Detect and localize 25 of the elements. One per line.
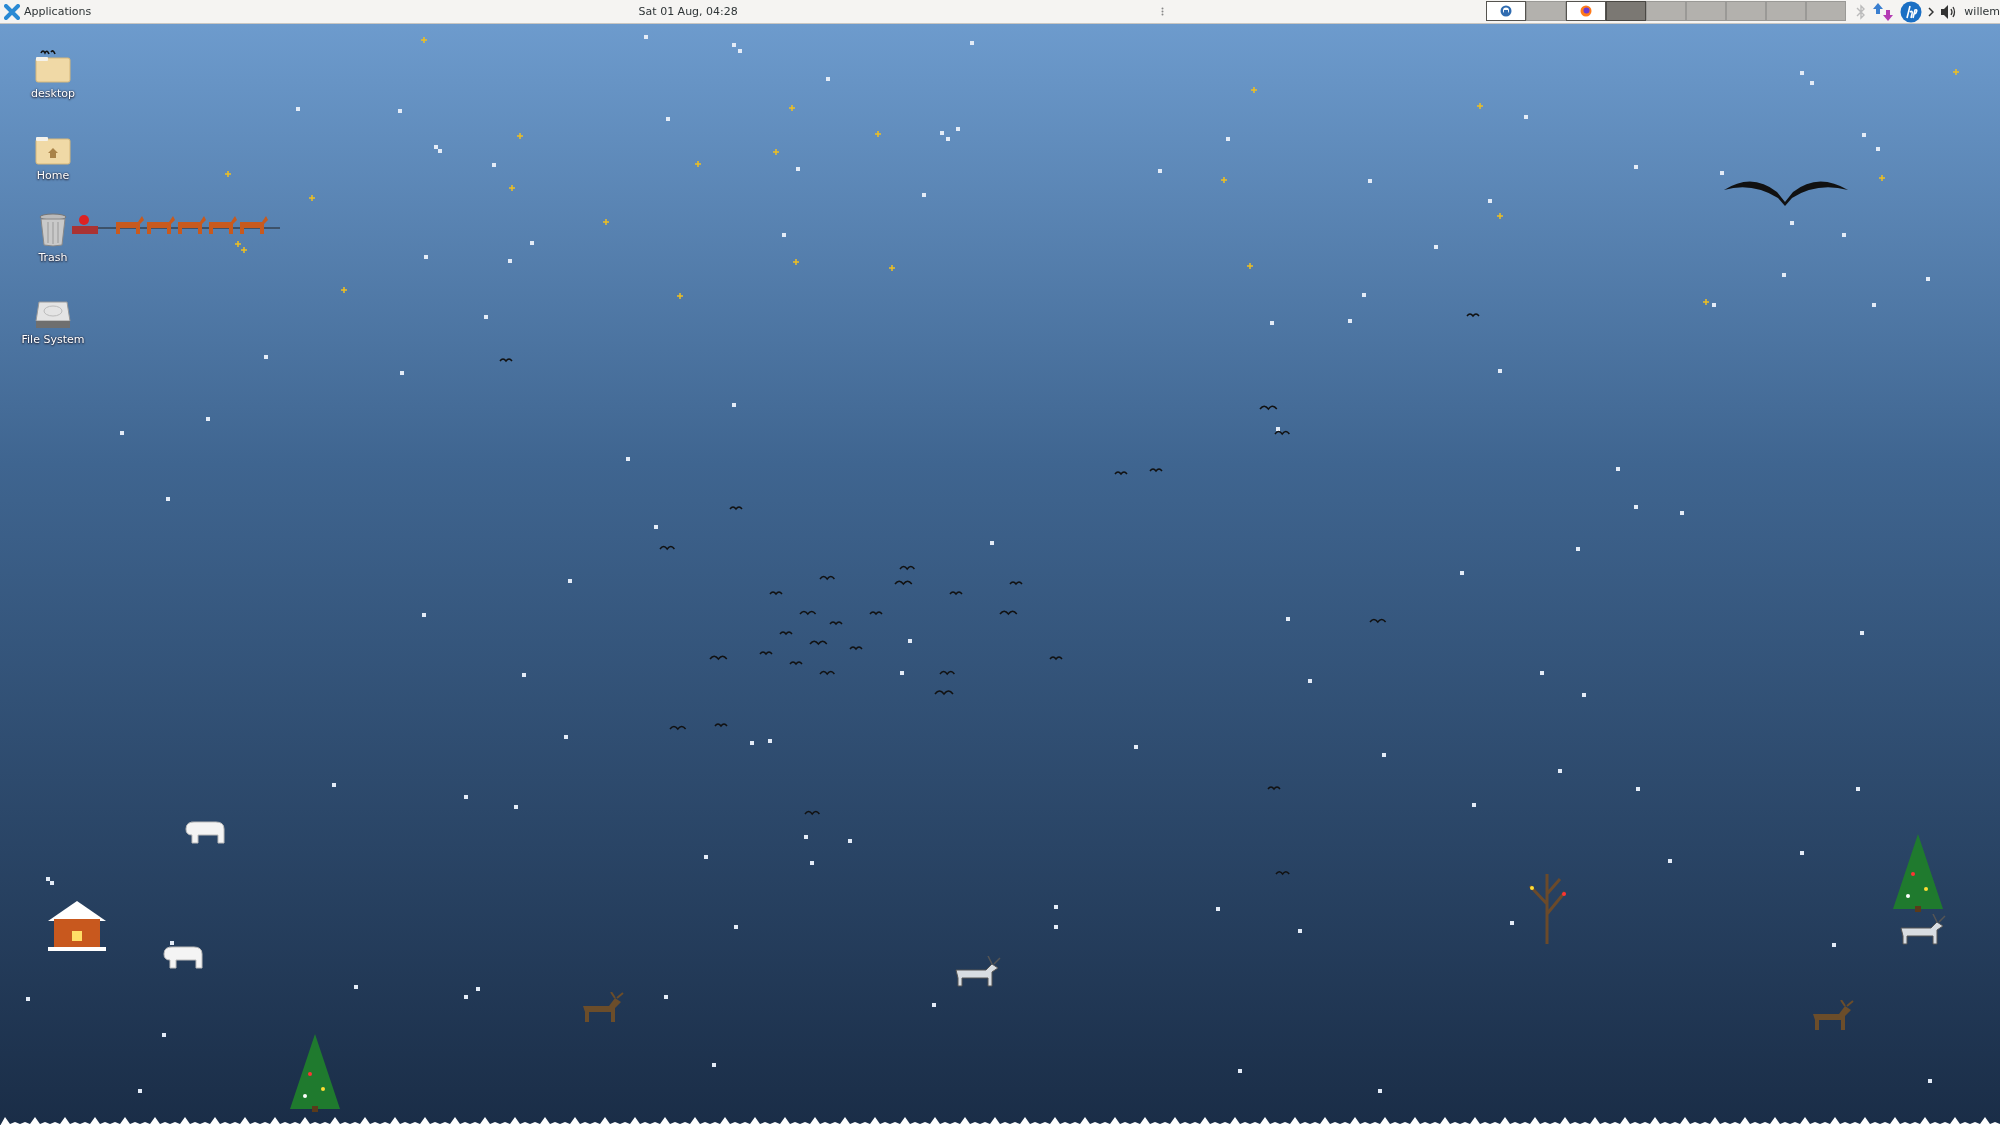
desktop-icon-label[interactable]: desktop: [31, 87, 75, 100]
polar-bear-drawing: [182, 819, 228, 845]
desktop-icon-label[interactable]: File System: [21, 333, 85, 346]
chevron-right-icon[interactable]: [1928, 6, 1935, 17]
workspace-button[interactable]: [1566, 0, 1607, 21]
user-name[interactable]: willem: [1964, 5, 2000, 18]
clock[interactable]: Sat 01 Aug, 04:28: [588, 5, 789, 18]
network-arrows-icon[interactable]: [1872, 1, 1895, 22]
folder-icon: [35, 49, 71, 83]
house-drawing: [46, 899, 108, 951]
x-logo-icon: [4, 3, 20, 20]
chat-app-icon: [1500, 4, 1513, 17]
home-folder-icon: [35, 135, 71, 165]
polar-bear-drawing: [160, 944, 206, 970]
browser-app-icon: [1580, 4, 1593, 17]
panel-handle-icon: [1161, 7, 1165, 16]
desktop-icon-label[interactable]: Trash: [38, 251, 68, 264]
printer-logo-icon[interactable]: [1900, 0, 1923, 23]
workspace-button[interactable]: [1526, 0, 1567, 21]
trash-icon: [39, 213, 67, 247]
hard-drive-icon: [35, 301, 71, 329]
workspace-button[interactable]: [1606, 0, 1647, 21]
workspace-button[interactable]: [1486, 0, 1527, 21]
desktop-icon-label[interactable]: Home: [36, 169, 70, 182]
applications-menu-button[interactable]: Applications: [0, 0, 96, 23]
